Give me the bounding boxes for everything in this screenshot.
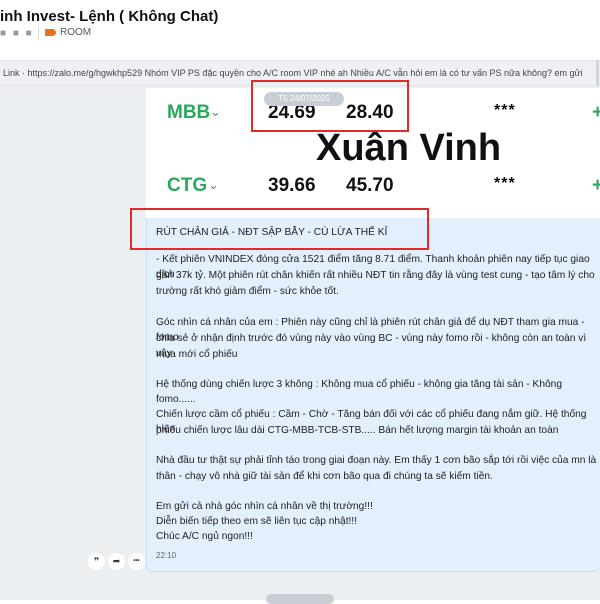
ticker-mbb: MBB: [167, 102, 211, 123]
plus-mbb: +: [592, 102, 600, 123]
date-separator-pill: [266, 594, 334, 604]
share-button[interactable]: ➦: [108, 553, 125, 570]
member-avatars[interactable]: ■ ■ ■: [0, 28, 34, 39]
scrollbar[interactable]: [596, 60, 599, 86]
stars-ctg: ***: [494, 175, 516, 192]
chevron-down-icon: ⌄: [210, 104, 221, 119]
pinned-message-text[interactable]: Link · https://zalo.me/g/hgwkhp529 Nhóm …: [3, 68, 585, 78]
highlight-box-headline: [130, 208, 429, 250]
more-button[interactable]: •••: [128, 553, 145, 570]
message-line: thân - chạy vô nhà giữ tài sản để khi cơ…: [156, 471, 493, 482]
plus-ctg: +: [592, 175, 600, 196]
message-line: phiếu chiến lược lâu dài CTG-MBB-TCB-STB…: [156, 425, 559, 436]
room-tag[interactable]: ROOM: [60, 27, 91, 38]
watermark-name: Xuân Vinh: [316, 127, 502, 169]
quote-button[interactable]: ❞: [88, 553, 105, 570]
group-title[interactable]: inh Invest- Lệnh ( Không Chat): [0, 8, 218, 25]
message-line: Hệ thống dùng chiến lược 3 không : Không…: [156, 379, 562, 406]
price-ctg-2: 45.70: [346, 175, 394, 196]
message-line: Chúc A/C ngủ ngon!!!: [156, 531, 253, 542]
stars-mbb: ***: [494, 102, 516, 119]
message-line: gần 37k tỷ. Một phiên rút chân khiến rất…: [156, 270, 595, 281]
highlight-box-date: [251, 80, 409, 132]
message-line: trường rất khó giảm điểm - sức khỏe tốt.: [156, 286, 339, 297]
tag-icon: [45, 29, 56, 36]
chat-header: inh Invest- Lệnh ( Không Chat) ■ ■ ■ ROO…: [0, 0, 600, 56]
message-line: Em gửi cả nhà góc nhìn cá nhân về thị tr…: [156, 501, 373, 512]
message-line: mua mới cổ phiếu: [156, 349, 238, 360]
header-divider: [38, 26, 39, 40]
message-line: Nhà đầu tư thật sự phải tỉnh táo trong g…: [156, 455, 597, 466]
price-ctg-1: 39.66: [268, 175, 316, 196]
message-line: Diễn biến tiếp theo em sẽ liên tục cập n…: [156, 516, 358, 527]
ticker-ctg: CTG: [167, 175, 208, 196]
chevron-down-icon: ⌄: [208, 177, 219, 192]
message-time: 22:10: [156, 551, 177, 560]
